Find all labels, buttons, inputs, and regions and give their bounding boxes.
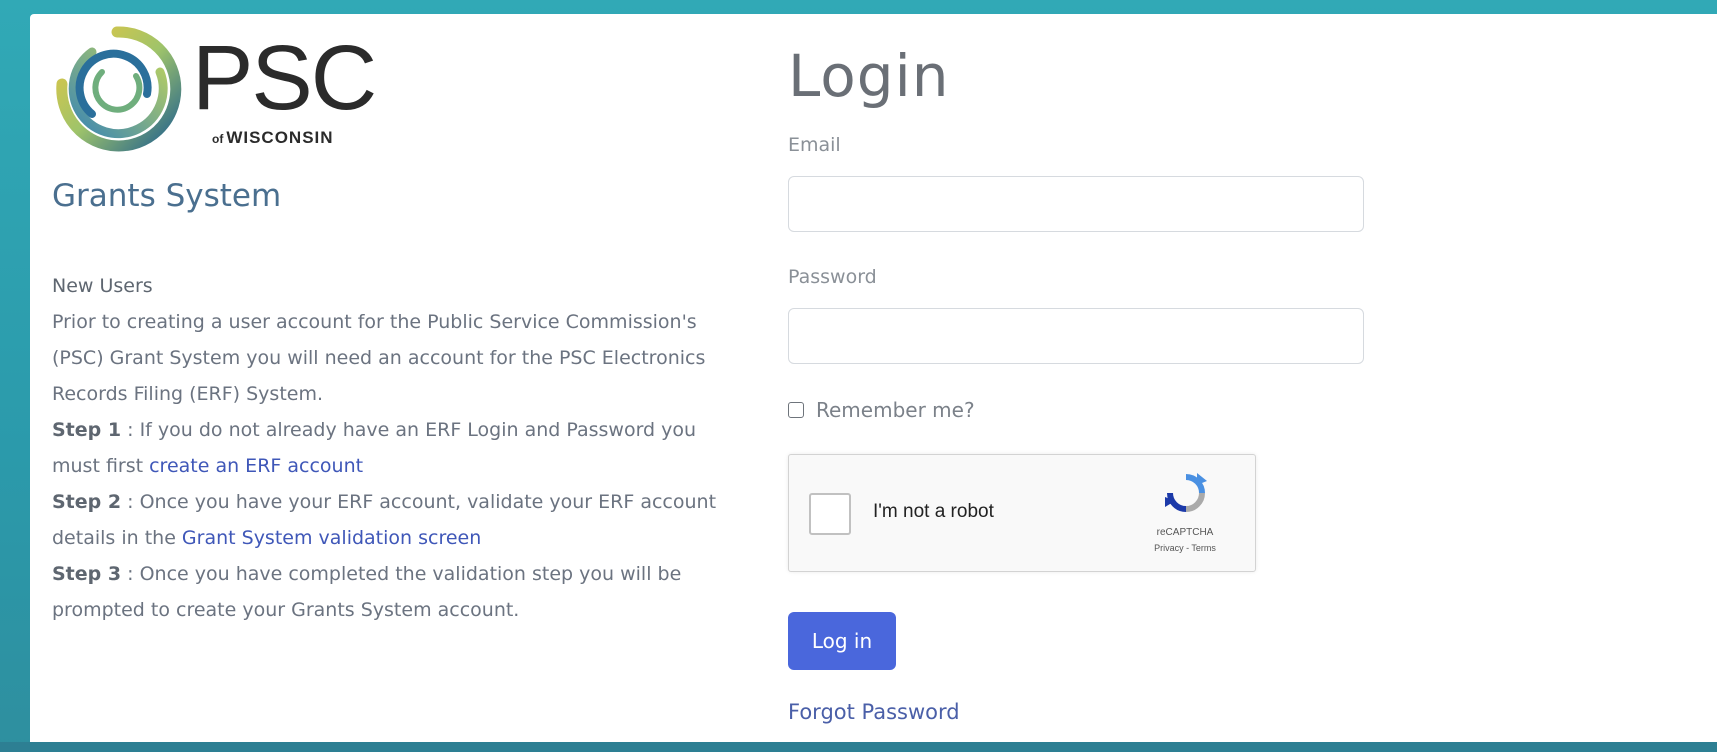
psc-swirl-icon [56, 26, 182, 152]
psc-logo: PSC of WISCONSIN [52, 24, 392, 154]
step-3-label: Step 3 [52, 563, 122, 585]
login-card: PSC of WISCONSIN Grants System New Users … [30, 14, 1717, 752]
remember-me-label: Remember me? [816, 398, 975, 422]
new-users-heading: New Users [52, 275, 153, 297]
step-1: Step 1 : If you do not already have an E… [52, 412, 732, 484]
email-field[interactable] [788, 176, 1364, 232]
recaptcha-widget: I'm not a robot reCAPTCHA Privacy - Term… [788, 454, 1256, 572]
recaptcha-icon [1165, 473, 1207, 512]
recaptcha-links[interactable]: Privacy - Terms [1129, 543, 1241, 553]
bottom-edge [0, 742, 1717, 752]
logo-text: PSC [192, 27, 377, 129]
step-3-text: : Once you have completed the validation… [52, 563, 682, 621]
step-2-label: Step 2 [52, 491, 122, 513]
forgot-password-link[interactable]: Forgot Password [788, 700, 960, 724]
new-users-info: New Users Prior to creating a user accou… [52, 268, 732, 628]
recaptcha-checkbox[interactable] [809, 493, 851, 535]
system-title: Grants System [52, 178, 282, 214]
password-label: Password [788, 266, 877, 288]
logo-subtext: of WISCONSIN [212, 128, 334, 148]
password-field[interactable] [788, 308, 1364, 364]
remember-me[interactable]: Remember me? [788, 396, 975, 424]
recaptcha-label: I'm not a robot [873, 501, 994, 522]
logo-subtext-of: of [212, 132, 224, 146]
logo-subtext-state: WISCONSIN [226, 128, 334, 147]
email-label: Email [788, 134, 841, 156]
remember-me-checkbox[interactable] [788, 402, 804, 418]
create-erf-account-link[interactable]: create an ERF account [149, 455, 363, 477]
login-button[interactable]: Log in [788, 612, 896, 670]
new-users-intro: Prior to creating a user account for the… [52, 311, 706, 405]
step-1-label: Step 1 [52, 419, 122, 441]
recaptcha-brand: reCAPTCHA [1156, 527, 1214, 538]
login-title: Login [788, 42, 950, 110]
grant-system-validation-link[interactable]: Grant System validation screen [182, 527, 481, 549]
step-3: Step 3 : Once you have completed the val… [52, 556, 732, 628]
step-2: Step 2 : Once you have your ERF account,… [52, 484, 732, 556]
